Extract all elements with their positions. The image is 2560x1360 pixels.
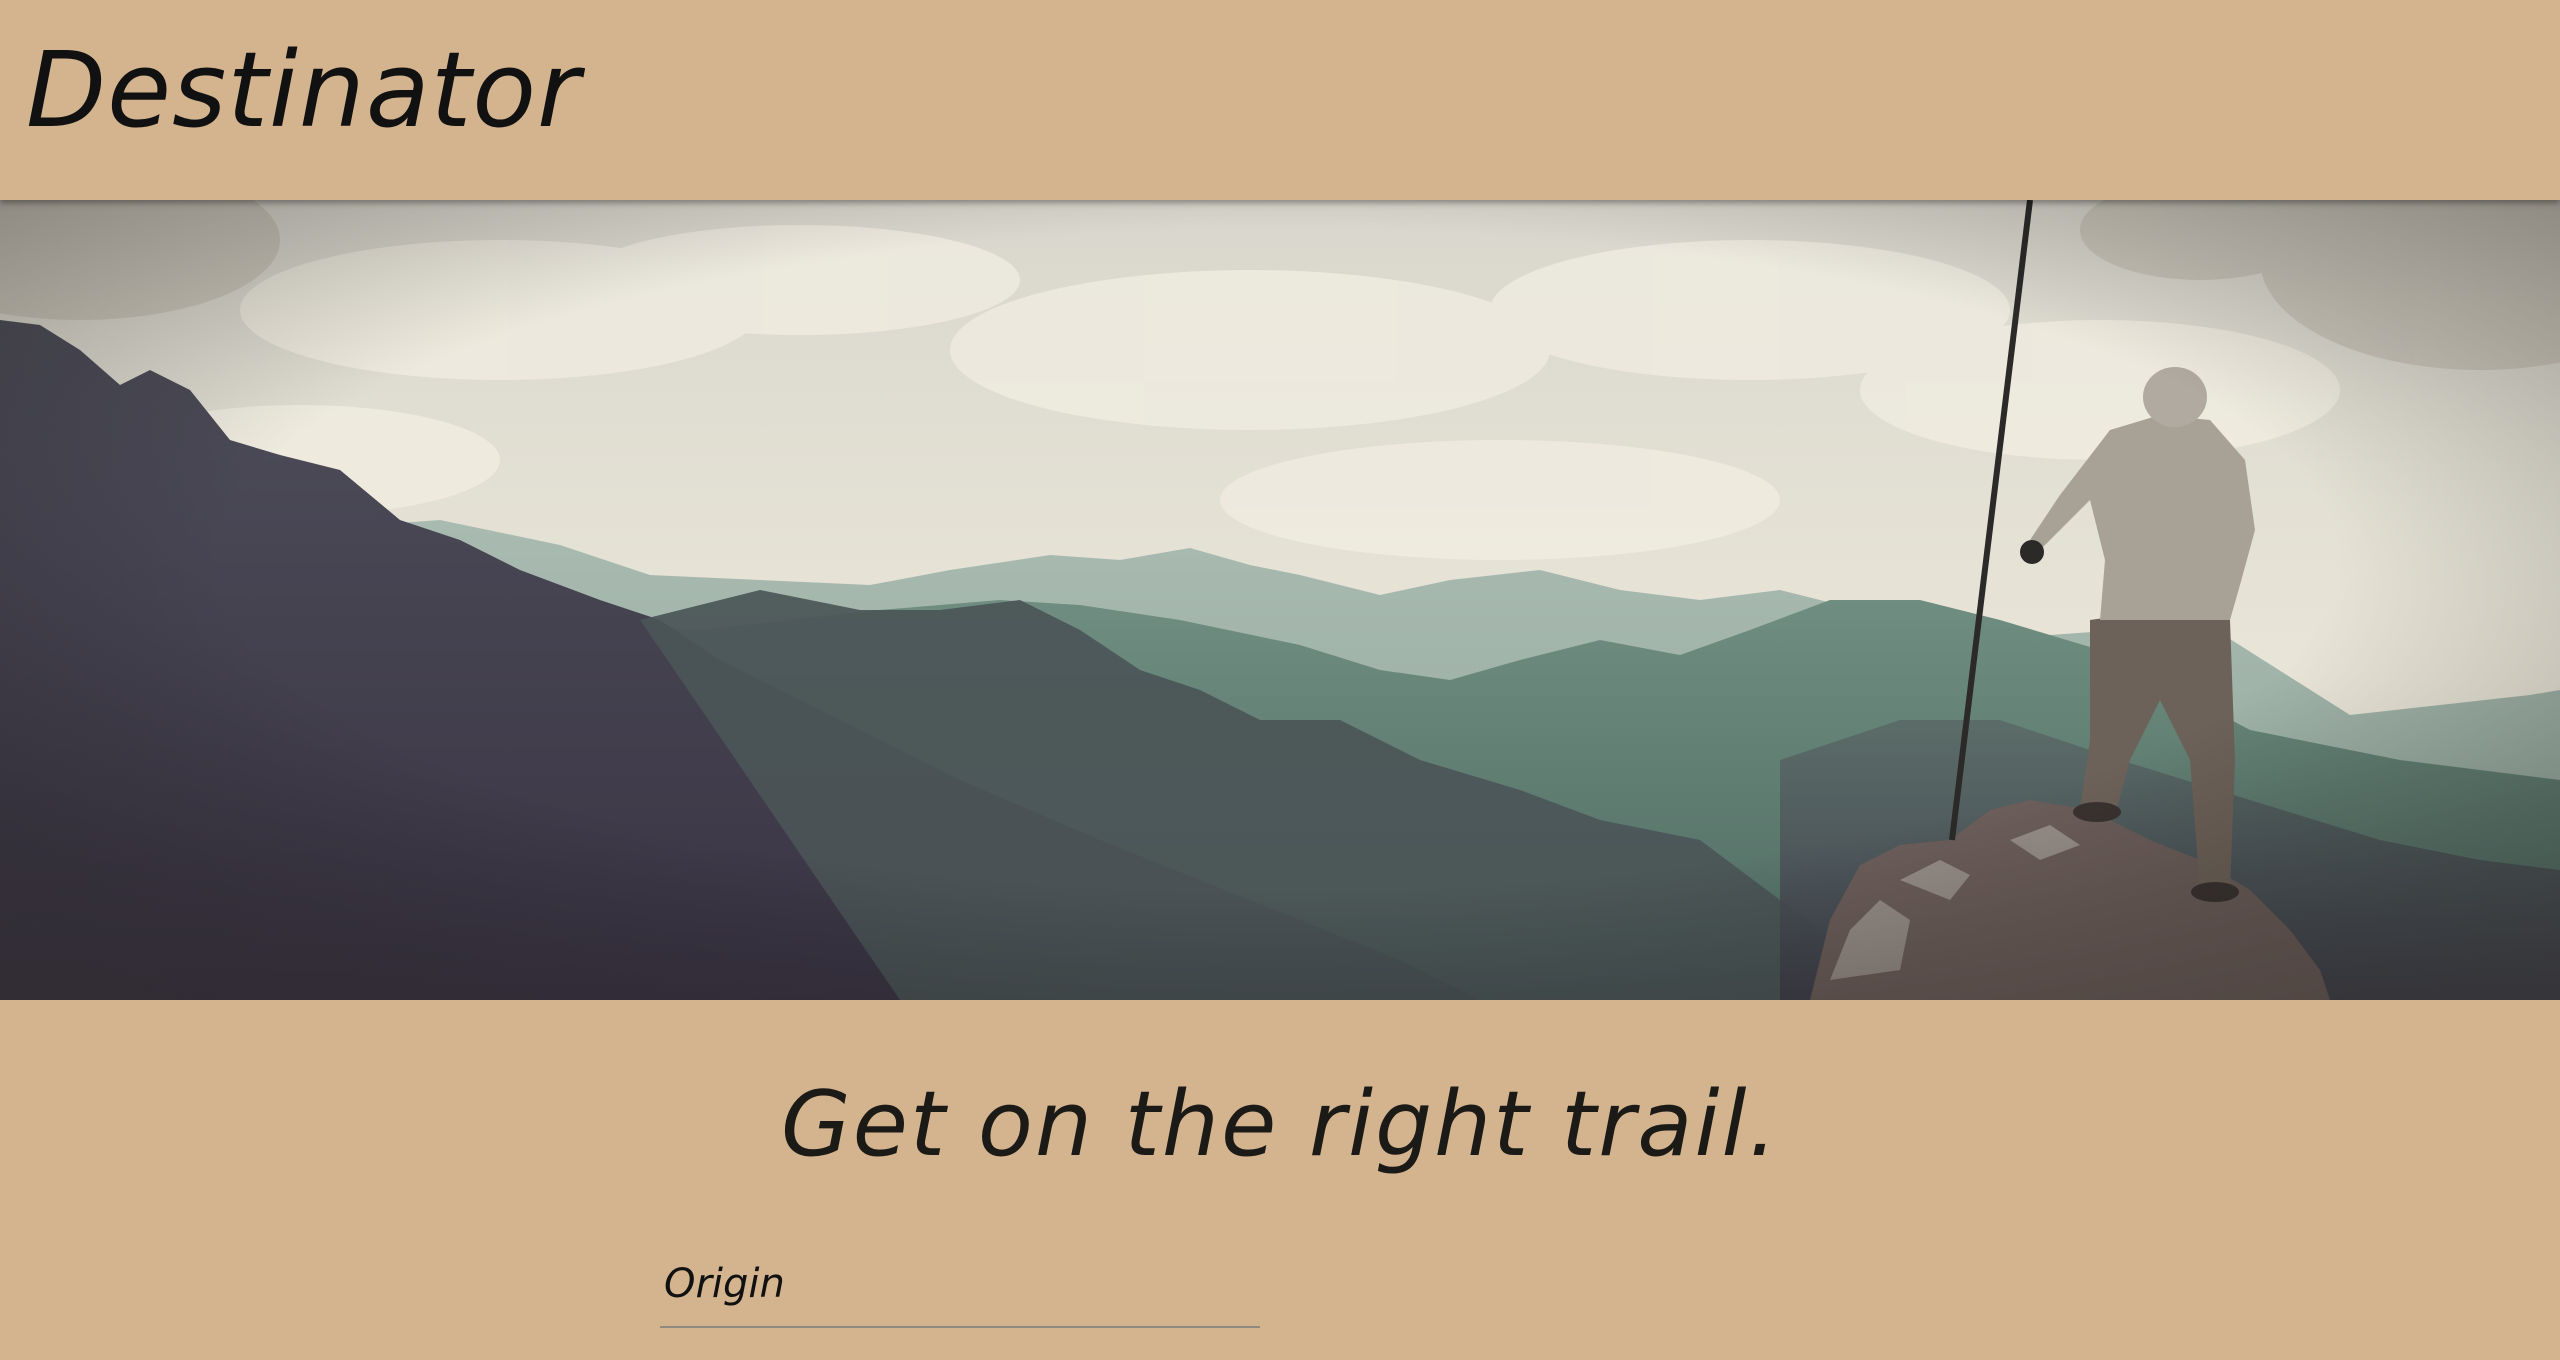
hero-banner <box>0 200 2560 1000</box>
tagline: Get on the right trail. <box>780 1072 1780 1177</box>
app-title: Destinator <box>26 29 581 151</box>
app-bar: Destinator <box>0 0 2560 200</box>
origin-label: Origin <box>664 1261 785 1307</box>
hero-image <box>0 200 2560 1000</box>
origin-field[interactable]: Origin <box>660 1250 1260 1330</box>
vignette <box>0 200 2560 1000</box>
origin-input[interactable] <box>660 1320 1260 1328</box>
